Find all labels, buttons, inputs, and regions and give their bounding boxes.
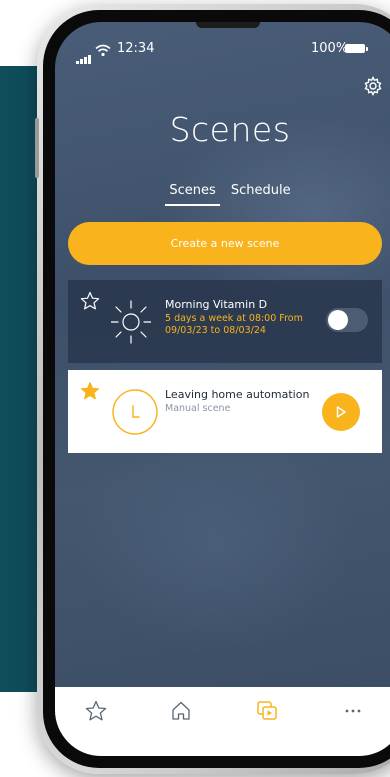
stage: 12:34 100% Scenes Scenes Schedule Create… (0, 0, 390, 777)
toggle-knob (328, 310, 348, 330)
scenes-icon (257, 701, 277, 720)
tab-bar: Scenes Schedule (55, 179, 390, 207)
play-scene-button[interactable] (322, 393, 360, 431)
scene-schedule: 5 days a week at 08:00 From 09/03/23 to … (165, 313, 303, 336)
bottom-nav (55, 687, 390, 756)
tab-scenes[interactable]: Scenes (165, 183, 220, 206)
favorite-star-icon[interactable] (80, 381, 100, 401)
scene-card[interactable]: Leaving home automation Manual scene (68, 370, 382, 453)
play-icon (336, 406, 346, 418)
phone-side-button (35, 118, 39, 178)
status-bar: 12:34 100% (55, 40, 390, 64)
scene-type: Manual scene (165, 403, 231, 414)
more-icon (345, 709, 361, 713)
star-icon (85, 700, 107, 721)
page-title: Scenes (169, 110, 291, 149)
notch (196, 22, 260, 28)
clock-icon (111, 388, 159, 436)
tab-schedule[interactable]: Schedule (227, 183, 295, 204)
scene-toggle[interactable] (326, 308, 368, 332)
wifi-icon (95, 42, 111, 61)
nav-favorites[interactable] (84, 699, 108, 723)
nav-scenes[interactable] (255, 699, 279, 723)
nav-more[interactable] (341, 699, 365, 723)
scene-card[interactable]: Morning Vitamin D 5 days a week at 08:00… (68, 280, 382, 363)
battery-icon (345, 44, 368, 53)
scene-name: Morning Vitamin D (165, 298, 268, 311)
sun-icon (110, 298, 152, 344)
battery-percent: 100% (311, 41, 349, 56)
gear-icon (364, 75, 382, 97)
nav-home[interactable] (169, 699, 193, 723)
signal-icon (76, 45, 92, 64)
create-scene-button[interactable]: Create a new scene (68, 222, 382, 265)
settings-button[interactable] (362, 75, 384, 97)
favorite-star-icon[interactable] (80, 291, 100, 311)
scene-name: Leaving home automation (165, 388, 310, 401)
home-icon (172, 701, 190, 720)
status-time: 12:34 (117, 41, 155, 56)
phone-screen: 12:34 100% Scenes Scenes Schedule Create… (55, 22, 390, 756)
